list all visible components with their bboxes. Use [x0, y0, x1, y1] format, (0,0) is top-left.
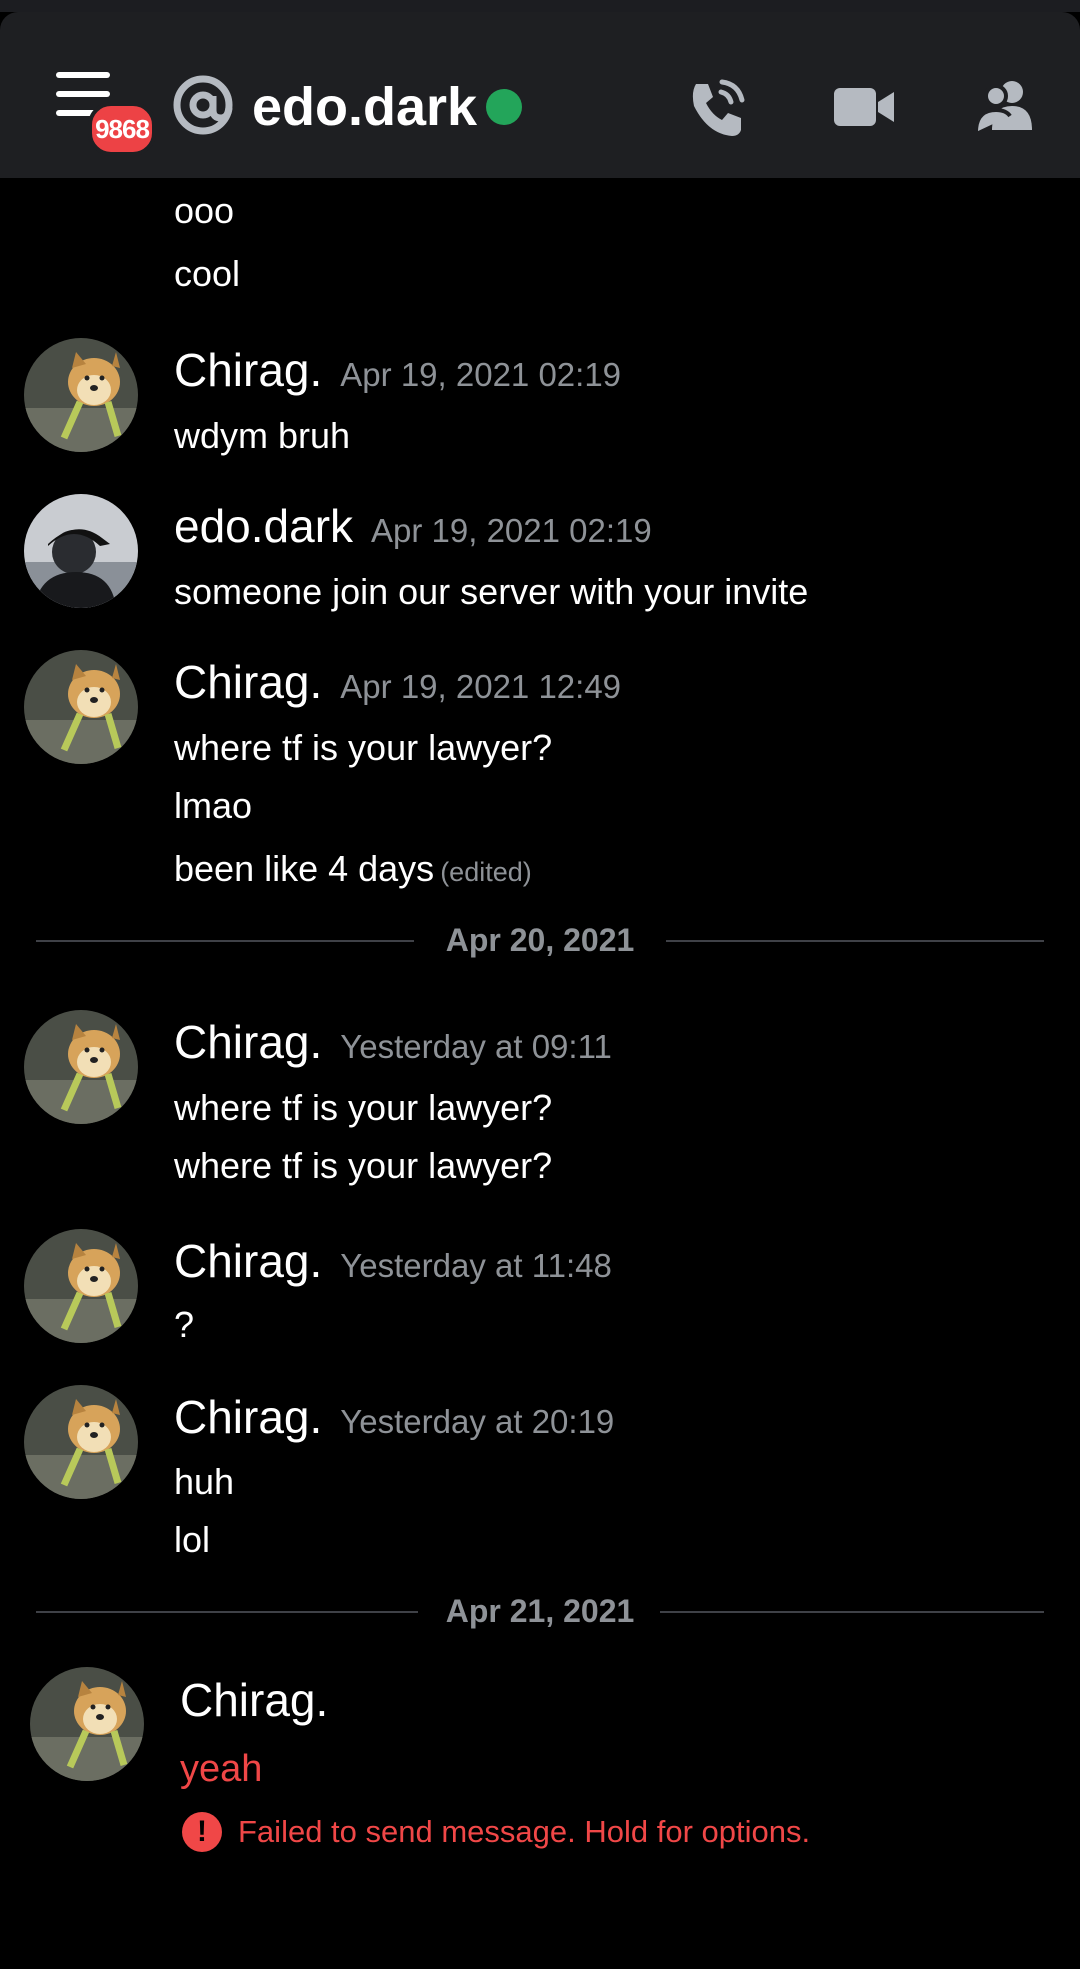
message-line[interactable]: lol — [174, 1516, 210, 1564]
message-line-text: been like 4 days — [174, 848, 435, 889]
send-error-text: Failed to send message. Hold for options… — [238, 1814, 811, 1849]
avatar[interactable] — [24, 338, 138, 452]
avatar[interactable] — [24, 650, 138, 764]
date-divider: Apr 20, 2021 — [36, 922, 1044, 958]
online-status-indicator — [486, 89, 522, 125]
message-line[interactable]: ooo — [174, 187, 234, 235]
message-line[interactable]: where tf is your lawyer? — [174, 724, 552, 772]
members-icon[interactable] — [974, 76, 1040, 138]
message-timestamp: Yesterday at 09:11 — [340, 1028, 612, 1065]
author-name[interactable]: Chirag. — [174, 1391, 322, 1443]
author-name[interactable]: Chirag. — [174, 1016, 322, 1068]
author-name[interactable]: Chirag. — [174, 344, 322, 396]
channel-name[interactable]: edo.dark — [252, 72, 477, 142]
edited-label: (edited) — [440, 857, 532, 887]
status-bar — [0, 0, 1080, 12]
message-line[interactable]: where tf is your lawyer? — [174, 1142, 552, 1190]
message-timestamp: Apr 19, 2021 02:19 — [371, 512, 652, 549]
avatar[interactable] — [24, 1010, 138, 1124]
message-header: Chirag. Yesterday at 20:19 — [174, 1389, 614, 1450]
message-timestamp: Yesterday at 11:48 — [340, 1247, 612, 1284]
date-divider-label: Apr 20, 2021 — [445, 922, 635, 958]
message-header: Chirag. Apr 19, 2021 02:19 — [174, 342, 621, 403]
message-line[interactable]: cool — [174, 250, 240, 298]
failed-message[interactable]: yeah — [180, 1744, 262, 1794]
channel-header: 9868 edo.dark — [0, 12, 1080, 178]
message-line[interactable]: ? — [174, 1301, 194, 1349]
error-icon: ! — [182, 1812, 222, 1852]
call-icon[interactable] — [686, 76, 748, 138]
message-timestamp: Apr 19, 2021 12:49 — [340, 668, 622, 705]
message-line[interactable]: lmao — [174, 782, 252, 830]
message-header: edo.dark Apr 19, 2021 02:19 — [174, 498, 652, 559]
message-line[interactable]: someone join our server with your invite — [174, 568, 808, 616]
avatar[interactable] — [24, 1229, 138, 1343]
avatar[interactable] — [24, 1385, 138, 1499]
message-header: Chirag. Yesterday at 09:11 — [174, 1014, 612, 1075]
author-name[interactable]: Chirag. — [174, 1235, 322, 1287]
message-line[interactable]: wdym bruh — [174, 412, 350, 460]
message-timestamp: Apr 19, 2021 02:19 — [340, 356, 622, 393]
avatar[interactable] — [30, 1667, 144, 1781]
video-icon[interactable] — [832, 76, 896, 138]
message-header: Chirag. Yesterday at 11:48 — [174, 1233, 612, 1294]
message-line[interactable]: where tf is your lawyer? — [174, 1084, 552, 1132]
notification-badge: 9868 — [88, 102, 156, 156]
at-icon — [173, 75, 233, 135]
message-timestamp: Yesterday at 20:19 — [340, 1403, 615, 1440]
author-name[interactable]: edo.dark — [174, 500, 353, 552]
message-line[interactable]: been like 4 days (edited) — [174, 845, 532, 896]
send-error-notice[interactable]: ! Failed to send message. Hold for optio… — [182, 1808, 810, 1856]
message-header: Chirag. Apr 19, 2021 12:49 — [174, 654, 621, 715]
author-name[interactable]: Chirag. — [174, 656, 322, 708]
date-divider: Apr 21, 2021 — [36, 1593, 1044, 1629]
author-name[interactable]: Chirag. — [180, 1672, 328, 1728]
date-divider-label: Apr 21, 2021 — [445, 1593, 635, 1629]
message-line[interactable]: huh — [174, 1458, 234, 1506]
avatar[interactable] — [24, 494, 138, 608]
